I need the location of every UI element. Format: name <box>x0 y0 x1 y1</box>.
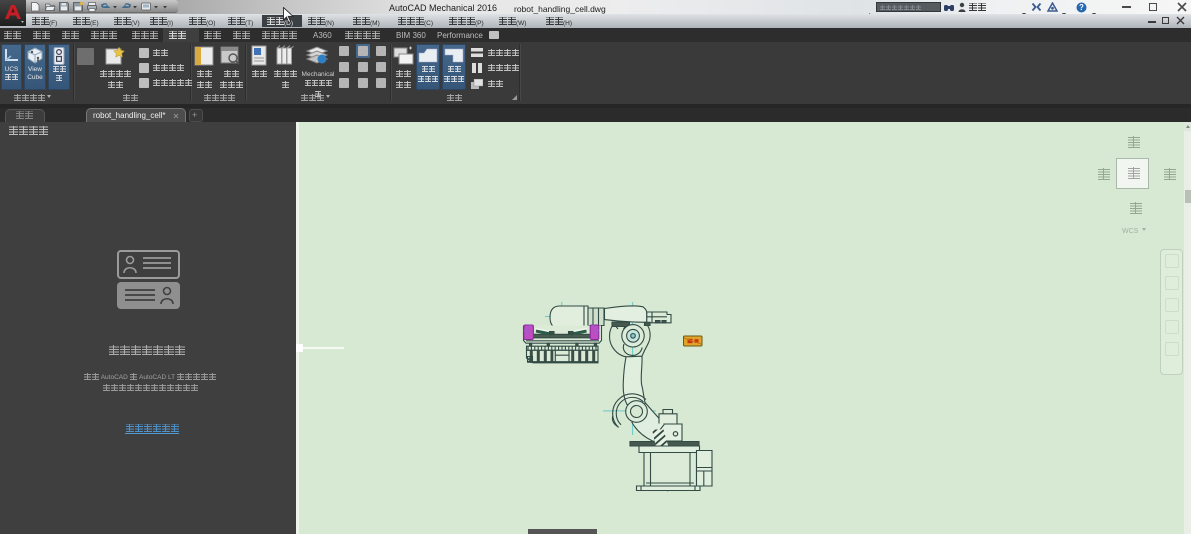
svg-text:?: ? <box>1079 3 1084 12</box>
